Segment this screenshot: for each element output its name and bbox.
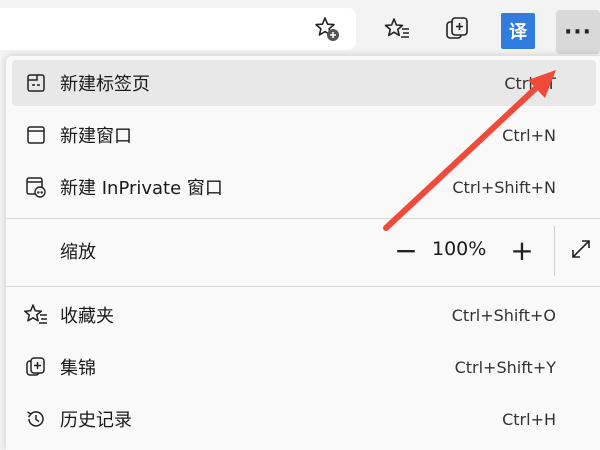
menu-item-shortcut: Ctrl+Shift+N bbox=[452, 177, 556, 197]
address-bar[interactable] bbox=[0, 8, 356, 50]
menu-item-label: 新建 InPrivate 窗口 bbox=[60, 178, 223, 199]
browser-toolbar: 译 ··· bbox=[0, 0, 600, 58]
menu-item-new-window[interactable]: 新建窗口 Ctrl+N bbox=[12, 112, 596, 158]
settings-and-more-button[interactable]: ··· bbox=[556, 10, 600, 54]
menu-item-new-inprivate-window[interactable]: 新建 InPrivate 窗口 Ctrl+Shift+N bbox=[12, 164, 596, 210]
add-favorite-button[interactable] bbox=[310, 12, 344, 46]
more-icon: ··· bbox=[563, 19, 593, 45]
favorites-icon bbox=[383, 15, 411, 43]
menu-item-label: 新建窗口 bbox=[60, 126, 132, 147]
menu-item-collections[interactable]: 集锦 Ctrl+Shift+Y bbox=[12, 344, 596, 390]
menu-item-history[interactable]: 历史记录 Ctrl+H bbox=[12, 396, 596, 442]
translate-icon: 译 bbox=[509, 22, 527, 43]
zoom-separator bbox=[554, 226, 555, 276]
menu-item-label: 集锦 bbox=[60, 358, 96, 379]
zoom-label: 缩放 bbox=[60, 242, 96, 263]
settings-menu: 新建标签页 Ctrl+T 新建窗口 Ctrl+N 新建 InPrivate 窗口… bbox=[6, 56, 600, 450]
collections-icon bbox=[22, 353, 50, 381]
menu-item-label: 历史记录 bbox=[60, 410, 132, 431]
menu-item-favorites[interactable]: 收藏夹 Ctrl+Shift+O bbox=[12, 292, 596, 338]
menu-item-shortcut: Ctrl+Shift+Y bbox=[454, 357, 556, 377]
zoom-row: 缩放 − 100% + bbox=[12, 216, 596, 286]
menu-divider bbox=[6, 286, 600, 287]
zoom-in-button[interactable]: + bbox=[502, 230, 542, 270]
menu-item-label: 收藏夹 bbox=[60, 306, 114, 327]
new-window-icon bbox=[22, 121, 50, 149]
new-tab-icon bbox=[22, 69, 50, 97]
collections-icon bbox=[443, 15, 471, 43]
zoom-level: 100% bbox=[432, 238, 487, 260]
menu-item-shortcut: Ctrl+T bbox=[504, 73, 556, 93]
collections-button[interactable] bbox=[440, 12, 474, 46]
inprivate-icon bbox=[22, 173, 50, 201]
translate-button[interactable]: 译 bbox=[501, 13, 535, 49]
add-favorite-icon bbox=[313, 15, 341, 43]
favorites-icon bbox=[22, 301, 50, 329]
zoom-out-button[interactable]: − bbox=[386, 230, 426, 270]
menu-item-shortcut: Ctrl+H bbox=[502, 409, 556, 429]
favorites-button[interactable] bbox=[380, 12, 414, 46]
expand-icon bbox=[569, 237, 593, 265]
menu-item-label: 新建标签页 bbox=[60, 74, 150, 95]
menu-item-shortcut: Ctrl+Shift+O bbox=[451, 305, 556, 325]
history-icon bbox=[22, 405, 50, 433]
menu-item-new-tab[interactable]: 新建标签页 Ctrl+T bbox=[12, 60, 596, 106]
menu-item-shortcut: Ctrl+N bbox=[502, 125, 556, 145]
fullscreen-button[interactable] bbox=[564, 234, 598, 268]
